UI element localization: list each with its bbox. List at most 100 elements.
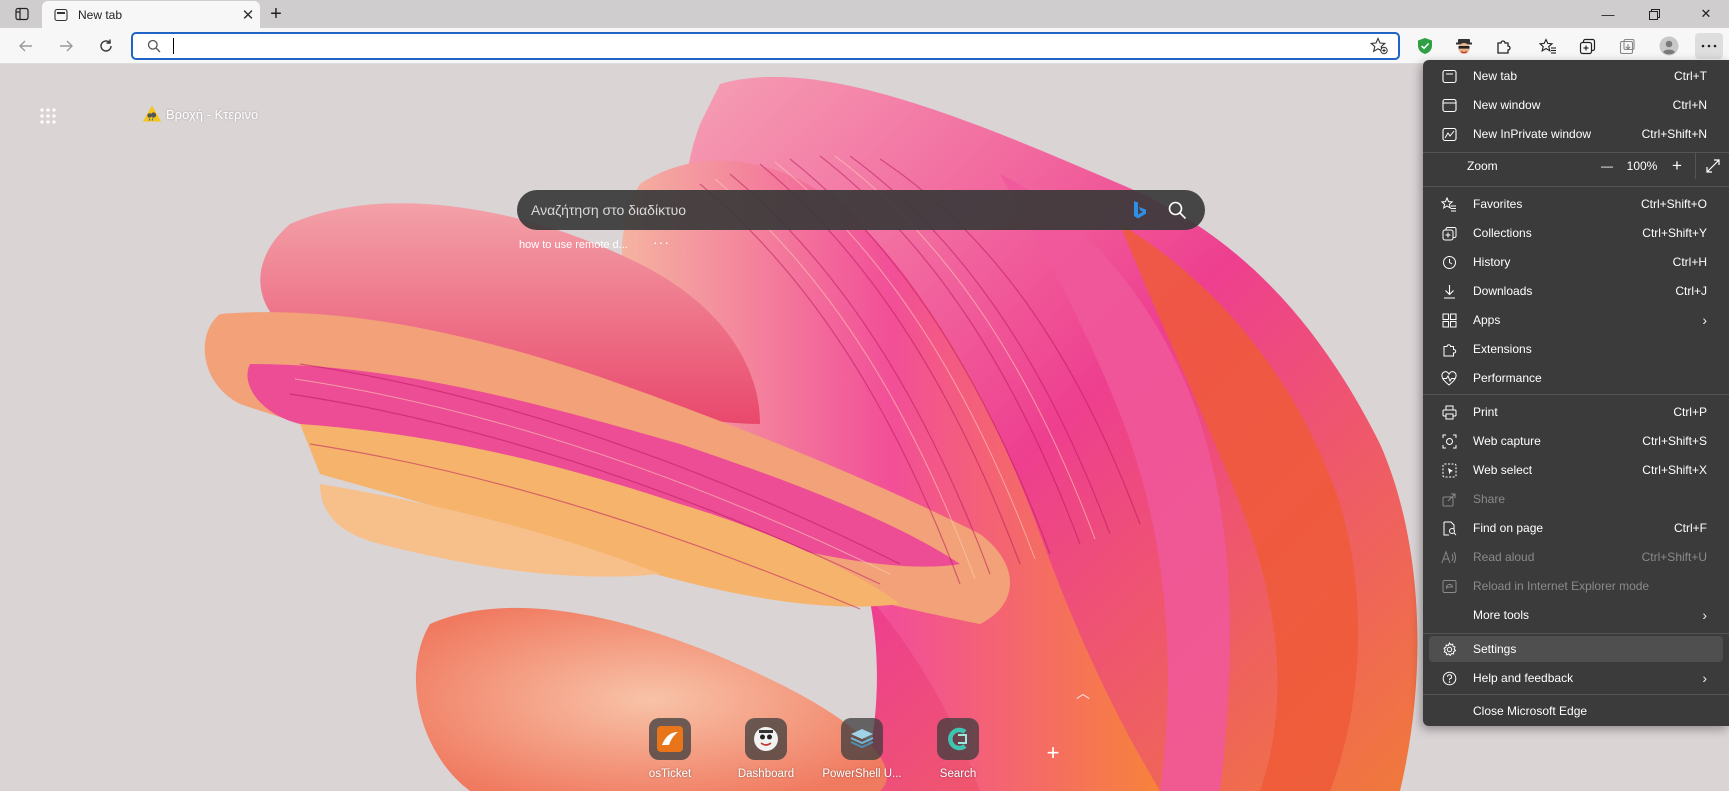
favorites-list-icon (1539, 37, 1556, 54)
menu-shortcut: Ctrl+J (1675, 284, 1707, 298)
menu-item-favorites[interactable]: Favorites Ctrl+Shift+O (1429, 191, 1723, 217)
menu-shortcut: Ctrl+Shift+O (1640, 197, 1707, 211)
menu-shortcut: Ctrl+Shift+U (1641, 550, 1707, 564)
recent-search-item[interactable]: how to use remote d... (519, 239, 628, 251)
quick-link-dashboard[interactable]: Dashboard (720, 718, 812, 780)
forward-button[interactable] (52, 33, 80, 59)
quick-link-powershell[interactable]: PowerShell U... (816, 718, 908, 780)
web-search-box[interactable]: Αναζήτηση στο διαδίκτυο (517, 190, 1205, 230)
menu-item-print[interactable]: Print Ctrl+P (1429, 399, 1723, 425)
search-placeholder: Αναζήτηση στο διαδίκτυο (531, 202, 687, 218)
app-available-button[interactable] (1613, 33, 1641, 59)
menu-item-reload-ie-mode[interactable]: Reload in Internet Explorer mode (1429, 573, 1723, 599)
menu-item-zoom: Zoom — 100% + (1429, 153, 1729, 179)
zoom-out-button[interactable]: — (1593, 154, 1621, 178)
menu-item-help-feedback[interactable]: Help and feedback › (1429, 665, 1723, 691)
menu-item-new-window[interactable]: New window Ctrl+N (1429, 92, 1723, 118)
download-icon (1441, 283, 1457, 299)
menu-label: New InPrivate window (1473, 127, 1592, 141)
tab-actions-icon (15, 7, 29, 21)
menu-item-collections[interactable]: Collections Ctrl+Shift+Y (1429, 220, 1723, 246)
extensions-button[interactable] (1489, 33, 1517, 59)
menu-item-close-edge[interactable]: Close Microsoft Edge (1429, 698, 1723, 724)
menu-item-downloads[interactable]: Downloads Ctrl+J (1429, 278, 1723, 304)
window-close-button[interactable]: ✕ (1683, 0, 1729, 28)
restore-button[interactable] (1631, 0, 1677, 28)
menu-label: Help and feedback (1473, 671, 1574, 685)
address-bar[interactable] (131, 32, 1400, 60)
plus-icon: + (1672, 156, 1682, 175)
menu-label: Extensions (1473, 342, 1532, 356)
quick-link-label: PowerShell U... (822, 768, 902, 780)
search-icon (1168, 201, 1187, 220)
favorites-button[interactable] (1534, 33, 1562, 59)
minimize-button[interactable]: — (1585, 0, 1631, 28)
collections-button[interactable] (1573, 33, 1601, 59)
refresh-button[interactable] (92, 33, 120, 59)
menu-shortcut: Ctrl+T (1674, 69, 1707, 83)
minimize-icon: — (1601, 6, 1615, 22)
blank-icon (1441, 607, 1457, 623)
tab-actions-button[interactable] (8, 2, 36, 26)
app-launcher-button[interactable] (38, 106, 58, 126)
recent-search-more-button[interactable]: ··· (653, 234, 670, 250)
menu-item-history[interactable]: History Ctrl+H (1429, 249, 1723, 275)
apps-icon (1441, 312, 1457, 328)
bing-logo-icon (1134, 201, 1146, 219)
menu-label: Reload in Internet Explorer mode (1473, 579, 1650, 593)
menu-label: Close Microsoft Edge (1473, 704, 1588, 718)
printer-icon (1441, 404, 1457, 420)
forward-arrow-icon (60, 40, 73, 52)
menu-label: Apps (1473, 313, 1501, 327)
tab-new-tab[interactable]: New tab ✕ (42, 1, 260, 28)
add-favorite-icon[interactable] (1370, 37, 1388, 55)
back-arrow-icon (19, 40, 32, 52)
menu-label: Performance (1473, 371, 1542, 385)
avatar-icon (1659, 36, 1679, 56)
menu-item-new-tab[interactable]: New tab Ctrl+T (1429, 63, 1723, 89)
profile-button[interactable] (1655, 33, 1683, 59)
quick-link-label: osTicket (648, 768, 692, 780)
fullscreen-icon (1705, 159, 1720, 173)
settings-and-more-button[interactable] (1695, 33, 1723, 59)
chevron-up-icon[interactable]: ︿ (1076, 683, 1090, 703)
new-tab-button[interactable]: + (262, 2, 290, 26)
collections-icon (1441, 225, 1457, 241)
shield-icon (1418, 38, 1432, 54)
search-submit-button[interactable] (1165, 198, 1189, 222)
zoom-label: Zoom (1467, 159, 1498, 173)
menu-item-performance[interactable]: Performance (1429, 365, 1723, 391)
menu-item-apps[interactable]: Apps › (1429, 307, 1723, 333)
weather-widget[interactable]: Βροχή - Κτερινο (142, 104, 258, 124)
menu-item-web-capture[interactable]: Web capture Ctrl+Shift+S (1429, 428, 1723, 454)
menu-item-web-select[interactable]: Web select Ctrl+Shift+X (1429, 457, 1723, 483)
spy-extension-button[interactable] (1450, 33, 1478, 59)
back-button[interactable] (12, 33, 40, 59)
find-icon (1441, 520, 1457, 536)
menu-item-settings[interactable]: Settings (1429, 636, 1723, 662)
quick-link-search[interactable]: Search (912, 718, 1004, 780)
menu-item-more-tools[interactable]: More tools › (1429, 602, 1723, 628)
menu-shortcut: Ctrl+Shift+N (1641, 127, 1707, 141)
menu-item-find-on-page[interactable]: Find on page Ctrl+F (1429, 515, 1723, 541)
tab-close-button[interactable]: ✕ (236, 3, 260, 27)
menu-label: Settings (1473, 642, 1517, 656)
share-icon (1441, 491, 1457, 507)
menu-shortcut: Ctrl+F (1674, 521, 1707, 535)
fullscreen-button[interactable] (1695, 153, 1729, 179)
menu-item-share[interactable]: Share (1429, 486, 1723, 512)
menu-label: More tools (1473, 608, 1530, 622)
zoom-in-button[interactable]: + (1663, 154, 1691, 178)
menu-item-read-aloud[interactable]: Read aloud Ctrl+Shift+U (1429, 544, 1723, 570)
quick-link-osticket[interactable]: osTicket (624, 718, 716, 780)
menu-item-extensions[interactable]: Extensions (1429, 336, 1723, 362)
search-app-logo-icon (948, 727, 967, 751)
menu-shortcut: Ctrl+P (1673, 405, 1707, 419)
collections-icon (1579, 38, 1595, 54)
address-input[interactable] (177, 36, 1327, 56)
bing-chat-button[interactable] (1129, 199, 1151, 221)
add-quick-link-button[interactable]: + (1040, 740, 1066, 766)
menu-item-new-inprivate[interactable]: New InPrivate window Ctrl+Shift+N (1429, 121, 1723, 147)
refresh-icon (100, 39, 112, 52)
shield-extension-button[interactable] (1411, 33, 1439, 59)
